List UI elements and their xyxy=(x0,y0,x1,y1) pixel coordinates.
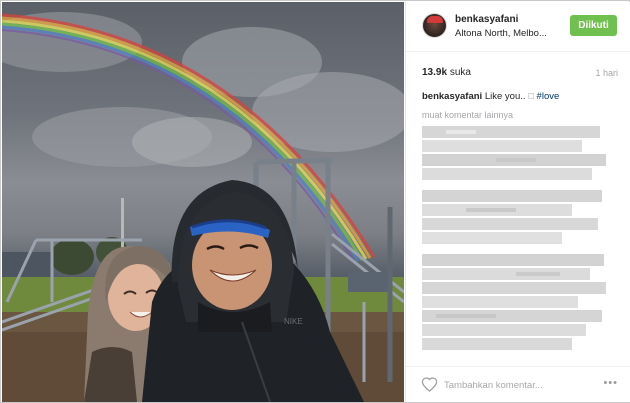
avatar[interactable] xyxy=(422,13,447,38)
username-link[interactable]: benkasyafani xyxy=(455,14,518,25)
post-header: benkasyafani Altona North, Melbo... Diik… xyxy=(406,2,630,52)
follow-button[interactable]: Diikuti xyxy=(570,15,617,36)
instagram-post-window: NIKE benkasyafani Altona North, Melbo...… xyxy=(0,0,630,403)
comment-bar: ••• xyxy=(406,366,630,403)
caption: benkasyafani Like you.. □ #love xyxy=(422,91,559,102)
caption-hashtag[interactable]: #love xyxy=(537,91,560,102)
load-more-comments[interactable]: muat komentar lainnya xyxy=(422,110,513,120)
likes-label: suka xyxy=(449,67,471,78)
post-sidebar: benkasyafani Altona North, Melbo... Diik… xyxy=(405,2,630,402)
comments-section: benkasyafani Like you.. □ #love muat kom… xyxy=(406,86,630,366)
caption-username[interactable]: benkasyafani xyxy=(422,91,482,102)
post-stats: 13.9k suka 1 hari xyxy=(406,52,630,86)
likes-number: 13.9k xyxy=(422,67,448,78)
photo-scene: NIKE xyxy=(2,12,404,402)
comment-input[interactable] xyxy=(444,376,594,394)
likes-count[interactable]: 13.9k suka xyxy=(422,67,471,78)
location-link[interactable]: Altona North, Melbo... xyxy=(455,28,547,39)
more-options-icon[interactable]: ••• xyxy=(603,377,618,389)
caption-text: Like you.. xyxy=(484,91,526,102)
post-photo[interactable]: NIKE xyxy=(2,2,404,402)
heart-icon[interactable] xyxy=(421,376,438,397)
caption-symbol: □ xyxy=(528,91,534,102)
svg-text:NIKE: NIKE xyxy=(284,317,303,326)
post-time[interactable]: 1 hari xyxy=(595,68,618,78)
